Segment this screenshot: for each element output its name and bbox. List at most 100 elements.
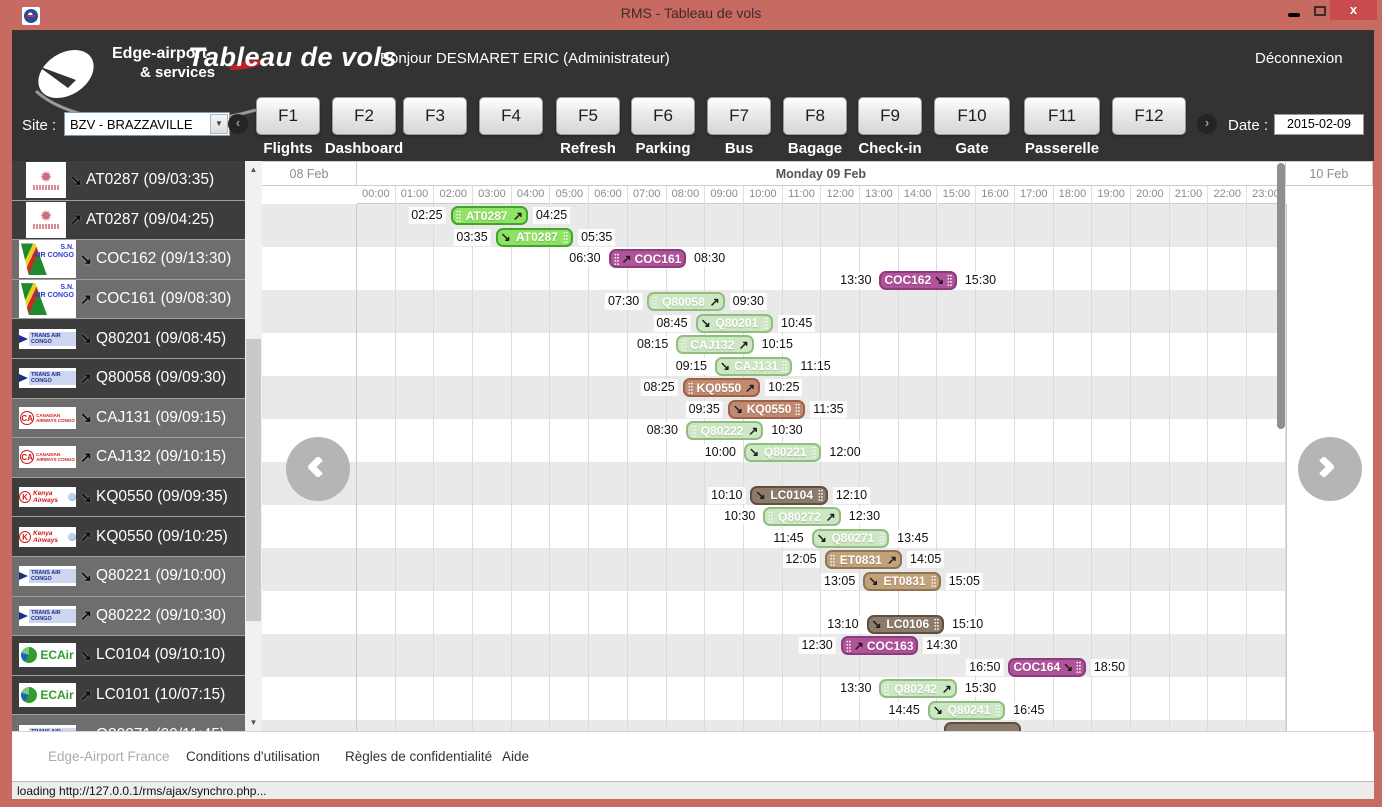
sidebar-flight-item[interactable]: TRANS AIR CONGO↗Q80058 (09/09:30) [12,359,245,399]
drag-handle-icon[interactable] [563,231,568,243]
flight-bar-coc162[interactable]: COC162↘ [879,271,956,290]
flight-bar-q80272[interactable]: Q80272↗ [763,507,840,526]
drag-handle-icon[interactable] [830,554,835,566]
drag-handle-icon[interactable] [947,274,952,286]
bar-start-time: 13:10 [824,616,861,633]
sidebar-flight-item[interactable]: TRANS AIR CONGO↘Q80271 (09/11:45) [12,715,245,731]
flight-bar-q80201[interactable]: ↘Q80201 [696,314,773,333]
drag-handle-icon[interactable] [652,296,657,308]
sidebar-scrollbar[interactable]: ▲ ▼ [245,161,262,731]
grid-column [434,204,473,732]
drag-handle-icon[interactable] [879,532,884,544]
flight-bar-caj131[interactable]: ↘CAJ131 [715,357,792,376]
drag-handle-icon[interactable] [691,425,696,437]
chevron-down-icon[interactable]: ▼ [210,114,228,134]
flight-bar-et0831[interactable]: ↘ET0831 [863,572,940,591]
footer-link-4[interactable]: Aide [502,749,529,764]
flight-bar-q80221[interactable]: ↘Q80221 [744,443,821,462]
prev-day-small-button[interactable]: ‹ [228,114,248,134]
fkey-f12-button[interactable]: F12 [1112,97,1186,135]
drag-handle-icon[interactable] [995,704,1000,716]
sidebar-flight-item[interactable]: ✹↘AT0287 (09/03:35) [12,161,245,201]
site-select[interactable]: BZV - BRAZZAVILLE ▼ [64,112,230,136]
fkey-f4-button[interactable]: F4 [479,97,543,135]
drag-handle-icon[interactable] [763,317,768,329]
sidebar-flight-item[interactable]: TRANS AIR CONGO↗Q80222 (09/10:30) [12,597,245,637]
drag-handle-icon[interactable] [688,382,693,394]
footer-link-2[interactable]: Conditions d'utilisation [186,749,320,764]
sidebar-flight-item[interactable]: CACANADIANAIRWAYS CONGO↘CAJ131 (09/09:15… [12,399,245,439]
close-button[interactable]: x [1330,0,1377,20]
next-day-nav-button[interactable] [1298,437,1362,501]
flight-bar-q80241[interactable]: ↘Q80241 [928,701,1005,720]
drag-handle-icon[interactable] [768,511,773,523]
fkey-f11-button[interactable]: F11 [1024,97,1100,135]
sidebar-flight-item[interactable]: ECAir↘LC0104 (09/10:10) [12,636,245,676]
flight-bar-coc164[interactable]: COC164↘ [1008,658,1085,677]
drag-handle-icon[interactable] [811,446,816,458]
fkey-f10-button[interactable]: F10 [934,97,1010,135]
date-input[interactable]: 2015-02-09 [1274,114,1364,135]
status-bar: loading http://127.0.0.1/rms/ajax/synchr… [12,781,1374,799]
sidebar-flight-item[interactable]: KKenya Airways↗KQ0550 (09/10:25) [12,517,245,557]
bar-end-time: 12:30 [846,508,883,525]
flight-bar-lc0106[interactable]: ↘LC0106 [867,615,944,634]
fkey-f3-button[interactable]: F3 [403,97,467,135]
minimize-button[interactable] [1282,0,1306,22]
bar-flight-label: Q80221 [764,445,807,459]
flight-bar-q80058[interactable]: Q80058↗ [647,292,724,311]
drag-handle-icon[interactable] [884,683,889,695]
flight-bar-coc161[interactable]: ↗COC161 [609,249,686,268]
logout-link[interactable]: Déconnexion [1255,50,1343,67]
flight-bar-q80271[interactable]: ↘Q80271 [812,529,889,548]
flight-bar-at0287[interactable]: AT0287↗ [451,206,528,225]
sidebar-flight-item[interactable]: ✹↗AT0287 (09/04:25) [12,201,245,241]
drag-handle-icon[interactable] [795,403,800,415]
drag-handle-icon[interactable] [614,253,619,265]
drag-handle-icon[interactable] [456,210,461,222]
fkey-f8-button[interactable]: F8 [783,97,847,135]
grid-column [551,204,590,732]
fkey-f1-button[interactable]: F1 [256,97,320,135]
flight-bar-et0831[interactable]: ET0831↗ [825,550,902,569]
flight-bar-caj132[interactable]: CAJ132↗ [676,335,753,354]
drag-handle-icon[interactable] [818,489,823,501]
bar-start-time: 16:50 [966,659,1003,676]
flight-bar-lc0104[interactable]: ↘LC0104 [750,486,827,505]
scroll-down-icon[interactable]: ▼ [245,714,262,731]
sidebar-flight-item[interactable]: S.N.AIR CONGO↗COC161 (09/08:30) [12,280,245,320]
hour-header-row: 00:0001:0002:0003:0004:0005:0006:0007:00… [262,186,1373,204]
sidebar-flight-item[interactable]: CACANADIANAIRWAYS CONGO↗CAJ132 (09/10:15… [12,438,245,478]
flight-bar-q80222[interactable]: Q80222↗ [686,421,763,440]
footer-link-3[interactable]: Règles de confidentialité [345,749,492,764]
sidebar-flight-item[interactable]: TRANS AIR CONGO↘Q80201 (09/08:45) [12,319,245,359]
maximize-button[interactable] [1308,0,1332,22]
airline-logo-ecair: ECAir [19,643,76,667]
flight-bar-kq0550[interactable]: ↘KQ0550 [728,400,805,419]
sidebar-flight-item[interactable]: TRANS AIR CONGO↘Q80221 (09/10:00) [12,557,245,597]
fkey-f2-button[interactable]: F2 [332,97,396,135]
drag-handle-icon[interactable] [934,618,939,630]
scroll-up-icon[interactable]: ▲ [245,161,262,178]
timeline-scrollbar-thumb[interactable] [1277,163,1285,429]
sidebar-flight-item[interactable]: S.N.AIR CONGO↘COC162 (09/13:30) [12,240,245,280]
fkey-f7-button[interactable]: F7 [707,97,771,135]
prev-day-nav-button[interactable] [286,437,350,501]
flight-bar-at0287[interactable]: ↘AT0287 [496,228,573,247]
drag-handle-icon[interactable] [1076,661,1081,673]
sidebar-flight-item[interactable]: KKenya Airways↘KQ0550 (09/09:35) [12,478,245,518]
fkey-f6-button[interactable]: F6 [631,97,695,135]
sidebar-scrollbar-thumb[interactable] [246,339,261,621]
flight-bar-q80242[interactable]: Q80242↗ [879,679,956,698]
date-label: Date : [1228,117,1268,134]
drag-handle-icon[interactable] [931,575,936,587]
fkey-f5-button[interactable]: F5 [556,97,620,135]
next-day-small-button[interactable]: › [1197,114,1217,134]
drag-handle-icon[interactable] [782,360,787,372]
flight-bar-coc163[interactable]: ↗COC163 [841,636,918,655]
fkey-f9-button[interactable]: F9 [858,97,922,135]
drag-handle-icon[interactable] [681,339,686,351]
drag-handle-icon[interactable] [846,640,851,652]
flight-bar-kq0550[interactable]: KQ0550↗ [683,378,760,397]
sidebar-flight-item[interactable]: ECAir↗LC0101 (10/07:15) [12,676,245,716]
